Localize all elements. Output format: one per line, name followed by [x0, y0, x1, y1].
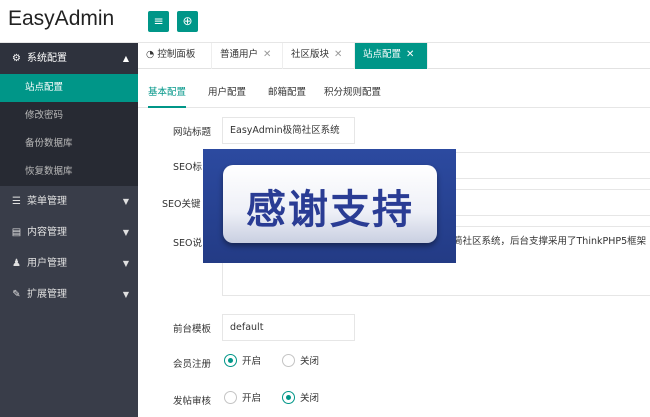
- users-icon: ♟: [12, 258, 21, 269]
- chevron-down-icon: ▼: [122, 259, 129, 268]
- sidebar-subitem-site-config[interactable]: 站点配置: [0, 74, 138, 102]
- list-icon: ☰: [12, 196, 21, 207]
- close-icon[interactable]: ✕: [406, 49, 414, 60]
- close-icon[interactable]: ✕: [334, 49, 342, 60]
- sidebar-item-content-manage[interactable]: ▤ 内容管理 ▼: [0, 217, 138, 248]
- seo-description-label: SEO说: [173, 238, 203, 249]
- sidebar-item-extension-manage[interactable]: ✎ 扩展管理 ▼: [0, 279, 138, 310]
- sidebar-subitem-backup-db[interactable]: 备份数据库: [0, 130, 138, 158]
- register-label: 会员注册: [173, 359, 212, 370]
- tab-dashboard[interactable]: ◔ 控制面板: [138, 43, 212, 69]
- sidebar-item-label: 用户管理: [27, 258, 67, 269]
- gear-icon: ⚙: [12, 53, 21, 64]
- register-off-radio[interactable]: 关闭: [282, 353, 319, 368]
- radio-label: 关闭: [300, 393, 320, 404]
- register-on-radio[interactable]: 开启: [224, 353, 261, 368]
- tab-user-config[interactable]: 用户配置: [208, 81, 246, 108]
- seo-keywords-label: SEO关键: [162, 199, 201, 210]
- chevron-up-icon: ▲: [122, 54, 129, 63]
- template-input[interactable]: default: [222, 314, 355, 341]
- chevron-down-icon: ▼: [122, 290, 129, 299]
- radio-unchecked-icon: [282, 354, 295, 367]
- sidebar-item-menu-manage[interactable]: ☰ 菜单管理 ▼: [0, 186, 138, 217]
- thanks-banner: 感谢支持: [203, 149, 456, 263]
- dashboard-icon: ◔: [146, 49, 155, 60]
- seo-title-label: SEO标: [173, 162, 203, 173]
- radio-unchecked-icon: [224, 391, 237, 404]
- tab-points-rules-config[interactable]: 积分规则配置: [324, 81, 381, 108]
- wrench-icon: ✎: [12, 289, 21, 300]
- post-review-label: 发帖审核: [173, 396, 212, 407]
- sidebar-item-system-config[interactable]: ⚙ 系统配置 ▲: [0, 43, 138, 74]
- sidebar-subitem-change-password[interactable]: 修改密码: [0, 102, 138, 130]
- tab-site-config[interactable]: 站点配置 ✕: [355, 43, 428, 69]
- sidebar-item-label: 扩展管理: [27, 289, 67, 300]
- top-bar: EasyAdmin ≡ ⊕: [0, 0, 650, 43]
- sidebar-item-label: 内容管理: [27, 227, 67, 238]
- page-tabs: ◔ 控制面板 普通用户 ✕ 社区版块 ✕ 站点配置 ✕: [138, 43, 650, 69]
- file-icon: ▤: [11, 227, 22, 238]
- tab-email-config[interactable]: 邮箱配置: [268, 81, 306, 108]
- close-icon[interactable]: ✕: [263, 49, 271, 60]
- thanks-banner-card: 感谢支持: [223, 165, 437, 243]
- tab-label: 普通用户: [220, 49, 259, 60]
- menu-toggle-button[interactable]: ≡: [148, 11, 169, 32]
- site-title-label: 网站标题: [173, 127, 212, 138]
- post-review-off-radio[interactable]: 关闭: [282, 390, 319, 405]
- radio-checked-icon: [224, 354, 237, 367]
- app-logo: EasyAdmin: [8, 7, 115, 30]
- sidebar-item-user-manage[interactable]: ♟ 用户管理 ▼: [0, 248, 138, 279]
- chevron-down-icon: ▼: [122, 228, 129, 237]
- sidebar-item-label: 菜单管理: [27, 196, 67, 207]
- post-review-on-radio[interactable]: 开启: [224, 390, 261, 405]
- tab-normal-users[interactable]: 普通用户 ✕: [212, 43, 283, 69]
- site-title-input[interactable]: EasyAdmin极简社区系统: [222, 117, 355, 144]
- refresh-button[interactable]: ⊕: [177, 11, 198, 32]
- chevron-down-icon: ▼: [122, 197, 129, 206]
- sidebar-submenu: 站点配置 修改密码 备份数据库 恢复数据库: [0, 74, 138, 186]
- tab-community-boards[interactable]: 社区版块 ✕: [283, 43, 355, 69]
- seo-description-text: 简社区系统，后台支撑采用了ThinkPHP5框架: [453, 236, 647, 247]
- menu-icon: ≡: [153, 14, 164, 28]
- config-tabs: 基本配置 用户配置 邮箱配置 积分规则配置: [138, 81, 650, 108]
- tab-basic-config[interactable]: 基本配置: [148, 81, 187, 108]
- radio-label: 开启: [242, 393, 262, 404]
- sidebar-subitem-restore-db[interactable]: 恢复数据库: [0, 158, 138, 186]
- refresh-icon: ⊕: [182, 14, 193, 28]
- radio-label: 关闭: [300, 356, 320, 367]
- tab-label: 控制面板: [157, 49, 196, 60]
- radio-checked-icon: [282, 391, 295, 404]
- sidebar-item-label: 系统配置: [27, 53, 67, 64]
- sidebar: ⚙ 系统配置 ▲ 站点配置 修改密码 备份数据库 恢复数据库 ☰ 菜单管理 ▼ ▤ 内…: [0, 43, 138, 417]
- thanks-banner-text: 感谢支持: [246, 186, 414, 233]
- tab-label: 站点配置: [363, 49, 402, 60]
- tab-label: 社区版块: [291, 49, 330, 60]
- template-label: 前台模板: [173, 324, 212, 335]
- radio-label: 开启: [242, 356, 262, 367]
